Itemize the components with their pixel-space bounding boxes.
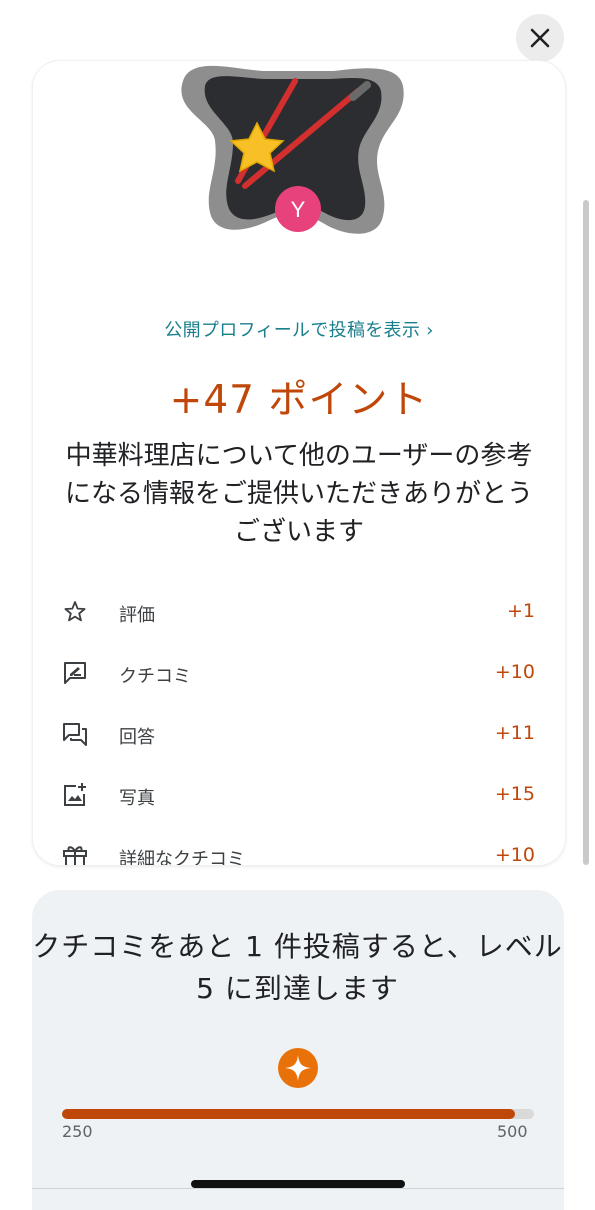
progress-max-label: 500: [497, 1122, 528, 1141]
home-indicator[interactable]: [191, 1180, 405, 1188]
scrollbar[interactable]: [583, 200, 589, 865]
answers-icon: [63, 723, 87, 746]
progress-min-label: 250: [62, 1122, 93, 1141]
list-item-detailed-review: 詳細なクチコミ +10: [33, 829, 565, 866]
list-item-points: +15: [494, 783, 535, 805]
list-item-rating: 評価 +1: [33, 585, 565, 646]
list-item-label: 評価: [119, 605, 155, 626]
star-chopsticks-illustration: Y: [181, 65, 404, 234]
level-progress-fill: [62, 1109, 516, 1119]
list-item-points: +1: [506, 600, 535, 622]
list-item-answers: 回答 +11: [33, 707, 565, 768]
review-edit-icon: [64, 662, 86, 684]
view-public-profile-link[interactable]: 公開プロフィールで投稿を表示 ›: [33, 316, 565, 342]
contribution-card: Y 公開プロフィールで投稿を表示 › +47 ポイント 中華料理店について他のユ…: [32, 60, 566, 866]
thanks-message: 中華料理店について他のユーザーの参考になる情報をご提供いただきありがとうございま…: [64, 441, 533, 547]
list-item-points: +10: [494, 844, 535, 866]
close-icon: [530, 28, 550, 48]
add-photo-icon: [64, 783, 86, 806]
list-item-review: クチコミ +10: [33, 646, 565, 707]
avatar-letter: Y: [291, 197, 306, 222]
list-item-points: +11: [494, 722, 535, 744]
level-progress-bar: [62, 1109, 534, 1119]
sparkle-badge-icon: [278, 1048, 318, 1088]
list-item-label: 詳細なクチコミ: [119, 849, 245, 866]
list-item-photos: 写真 +15: [33, 768, 565, 829]
contribution-list: 評価 +1 クチコミ +10 回答 +11 写真 +15 詳細なクチコミ +10: [33, 585, 565, 866]
gift-icon: [63, 846, 87, 865]
close-button[interactable]: [516, 14, 564, 62]
points-earned: +47 ポイント: [169, 378, 429, 423]
star-outline-icon: [64, 601, 86, 622]
list-item-label: 回答: [119, 727, 155, 748]
divider: [32, 1188, 564, 1189]
list-item-label: クチコミ: [119, 666, 191, 687]
list-item-points: +10: [494, 661, 535, 683]
list-item-label: 写真: [119, 788, 155, 809]
level-progress-message: クチコミをあと 1 件投稿すると、レベル 5 に到達します: [32, 930, 563, 1005]
